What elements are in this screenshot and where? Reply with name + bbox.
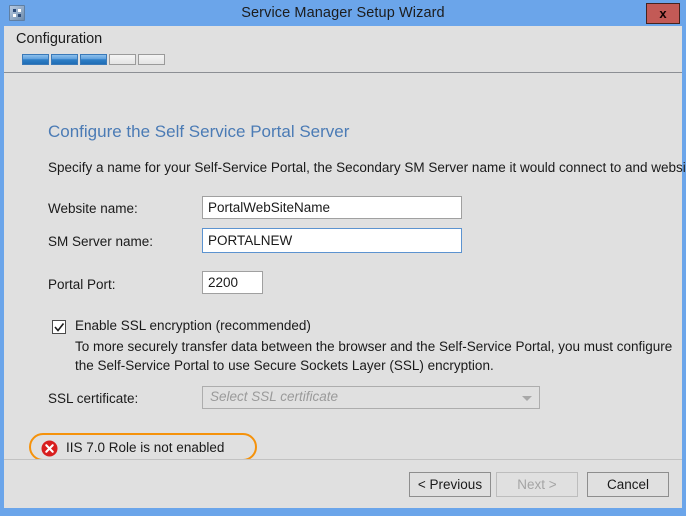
ssl-certificate-dropdown[interactable]: Select SSL certificate (202, 386, 540, 409)
wizard-footer: < Previous Next > Cancel (4, 459, 682, 508)
checkmark-icon (54, 323, 65, 332)
ssl-certificate-label: SSL certificate: (48, 391, 139, 406)
enable-ssl-checkbox[interactable] (52, 320, 66, 334)
wizard-progress-bar (22, 54, 165, 65)
progress-segment (138, 54, 165, 65)
portal-port-input[interactable] (202, 271, 263, 294)
chevron-down-icon (522, 396, 532, 401)
progress-segment (109, 54, 136, 65)
client-area: Configuration Configure the Self Service… (4, 26, 686, 508)
close-button[interactable]: x (646, 3, 680, 24)
sm-server-name-label: SM Server name: (48, 234, 154, 249)
error-circle-icon (41, 440, 58, 457)
previous-button[interactable]: < Previous (409, 472, 491, 497)
enable-ssl-label: Enable SSL encryption (recommended) (75, 318, 311, 333)
error-callout: IIS 7.0 Role is not enabled (29, 433, 257, 461)
progress-segment (51, 54, 78, 65)
website-name-label: Website name: (48, 201, 138, 216)
cancel-button[interactable]: Cancel (587, 472, 669, 497)
sm-server-name-input[interactable] (202, 228, 462, 253)
website-name-input[interactable] (202, 196, 462, 219)
page-title: Configure the Self Service Portal Server (48, 122, 350, 141)
progress-segment (22, 54, 49, 65)
wizard-step-label: Configuration (16, 31, 103, 47)
title-bar[interactable]: Service Manager Setup Wizard x (0, 0, 686, 26)
window-title: Service Manager Setup Wizard (241, 5, 445, 21)
setup-wizard-window: Service Manager Setup Wizard x Configura… (0, 0, 686, 516)
page-description: Specify a name for your Self-Service Por… (48, 160, 686, 175)
progress-segment (80, 54, 107, 65)
enable-ssl-description: To more securely transfer data between t… (75, 339, 673, 373)
wizard-content: Configure the Self Service Portal Server… (4, 73, 686, 461)
next-button: Next > (496, 472, 578, 497)
ssl-certificate-placeholder: Select SSL certificate (210, 389, 339, 404)
wizard-header: Configuration (4, 26, 682, 73)
error-message: IIS 7.0 Role is not enabled (66, 440, 225, 455)
portal-port-label: Portal Port: (48, 277, 116, 292)
